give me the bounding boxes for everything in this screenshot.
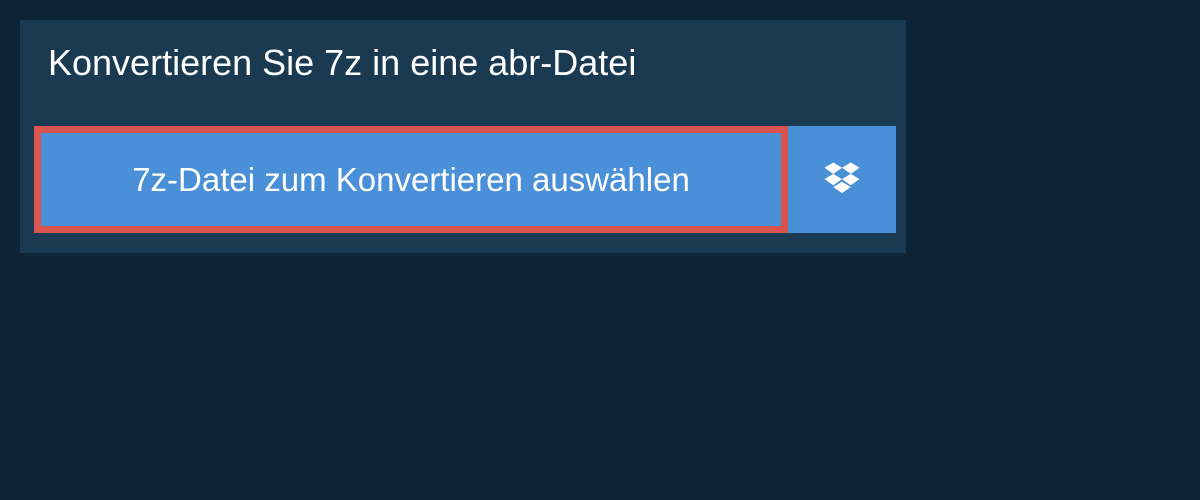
page-title: Konvertieren Sie 7z in eine abr-Datei: [20, 20, 906, 106]
select-file-button[interactable]: 7z-Datei zum Konvertieren auswählen: [34, 126, 788, 233]
dropbox-button[interactable]: [788, 126, 896, 233]
button-row: 7z-Datei zum Konvertieren auswählen: [20, 106, 906, 253]
select-file-label: 7z-Datei zum Konvertieren auswählen: [132, 161, 690, 199]
dropbox-icon: [821, 159, 863, 201]
converter-panel: Konvertieren Sie 7z in eine abr-Datei 7z…: [20, 20, 906, 253]
